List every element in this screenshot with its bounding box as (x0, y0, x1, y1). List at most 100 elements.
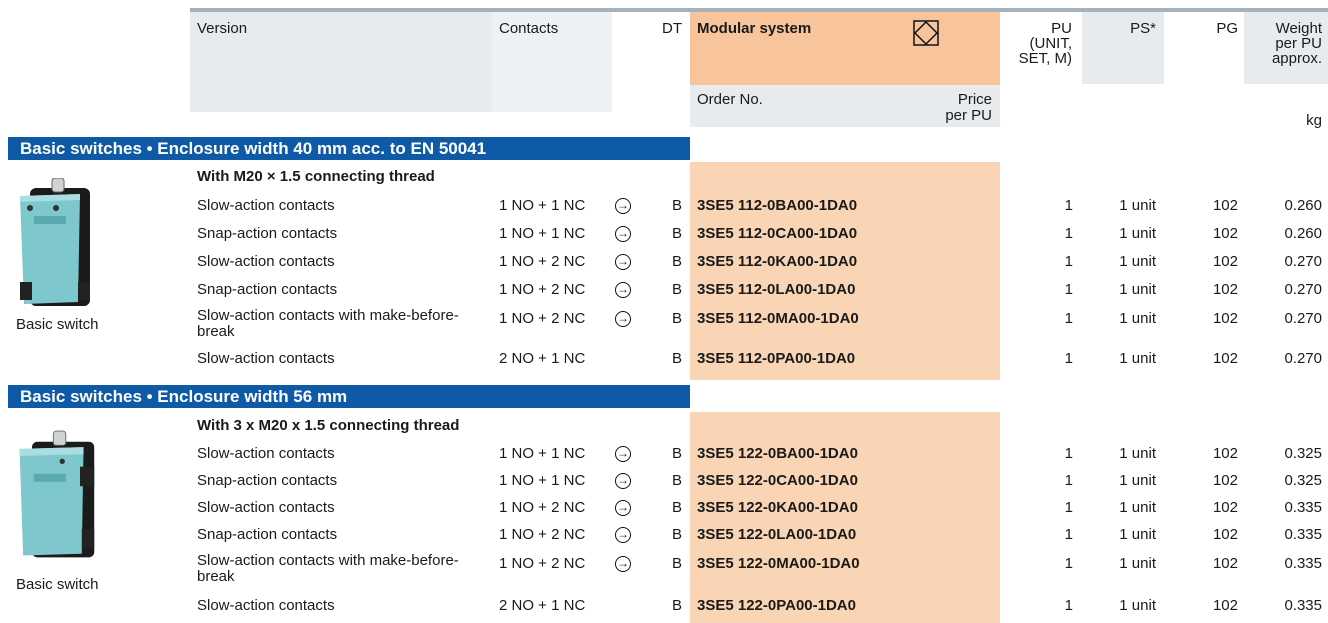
cell-dt: B (671, 499, 682, 516)
header-ps: PS* (1130, 20, 1156, 37)
cell-pu: 1 (1064, 445, 1073, 462)
table-row: Slow-action contacts 1 NO + 2 NC B 3SE5 122… (0, 494, 1328, 522)
cell-dt: B (671, 445, 682, 462)
table-row: Slow-action contacts 1 NO + 1 NC B 3SE5 122… (0, 440, 1328, 468)
cell-version: Slow-action contacts with make-before-br… (197, 307, 459, 340)
circled-right-arrow-icon: → (615, 500, 631, 516)
cell-ps: 1 unit (1119, 225, 1156, 242)
table-row: Slow-action contacts 1 NO + 1 NC B 3SE5 112… (0, 192, 1328, 220)
circled-right-arrow-icon: → (615, 282, 631, 298)
cell-pg: 102 (1212, 499, 1238, 516)
cell-ps: 1 unit (1119, 526, 1156, 543)
cell-pg: 102 (1212, 281, 1238, 298)
cell-ps: 1 unit (1119, 445, 1156, 462)
cell-dt: B (671, 526, 682, 543)
cell-pg: 102 (1212, 472, 1238, 489)
table-row: Slow-action contacts 1 NO + 2 NC B 3SE5 112… (0, 248, 1328, 276)
cell-pg: 102 (1212, 350, 1238, 367)
cell-pu: 1 (1064, 555, 1073, 572)
cell-version: Slow-action contacts (197, 197, 335, 214)
cell-weight: 0.260 (1284, 197, 1322, 214)
diamond-square-icon (913, 20, 939, 46)
cell-contacts: 2 NO + 1 NC (499, 350, 586, 367)
table-row: Slow-action contacts with make-before-br… (0, 550, 1328, 585)
header-dt: DT (662, 20, 682, 37)
cell-pg: 102 (1212, 253, 1238, 270)
cell-pu: 1 (1064, 350, 1073, 367)
cell-version: Snap-action contacts (197, 281, 338, 298)
cell-contacts: 1 NO + 2 NC (499, 526, 586, 543)
cell-contacts: 1 NO + 1 NC (499, 445, 586, 462)
image-caption: Basic switch (16, 576, 99, 593)
header-pu: PU (UNIT, SET, M) (1018, 20, 1072, 67)
header-contacts: Contacts (499, 20, 559, 37)
cell-pg: 102 (1212, 225, 1238, 242)
cell-contacts: 1 NO + 1 NC (499, 472, 586, 489)
cell-pg: 102 (1212, 197, 1238, 214)
cell-order: 3SE5 122-0BA00-1DA0 (697, 445, 858, 462)
cell-dt: B (671, 472, 682, 489)
cell-contacts: 1 NO + 2 NC (499, 499, 586, 516)
header-version: Version (197, 20, 248, 37)
cell-contacts: 1 NO + 1 NC (499, 197, 586, 214)
cell-contacts: 1 NO + 2 NC (499, 253, 586, 270)
cell-pu: 1 (1064, 499, 1073, 516)
section-title: Basic switches • Enclosure width 40 mm a… (8, 137, 690, 160)
cell-order: 3SE5 122-0LA00-1DA0 (697, 526, 857, 543)
cell-contacts: 1 NO + 2 NC (499, 310, 586, 327)
cell-contacts: 2 NO + 1 NC (499, 597, 586, 614)
cell-pu: 1 (1064, 253, 1073, 270)
cell-order: 3SE5 122-0CA00-1DA0 (697, 472, 858, 489)
circled-right-arrow-icon: → (615, 556, 631, 572)
cell-pu: 1 (1064, 310, 1073, 327)
cell-ps: 1 unit (1119, 350, 1156, 367)
cell-version: Slow-action contacts (197, 350, 335, 367)
cell-version: Slow-action contacts (197, 253, 335, 270)
cell-order: 3SE5 122-0MA00-1DA0 (697, 555, 860, 572)
cell-order: 3SE5 122-0KA00-1DA0 (697, 499, 858, 516)
cell-pu: 1 (1064, 197, 1073, 214)
table-row: Snap-action contacts 1 NO + 1 NC B 3SE5 112… (0, 220, 1328, 248)
cell-version: Snap-action contacts (197, 526, 338, 543)
circled-right-arrow-icon: → (615, 473, 631, 489)
section-title: Basic switches • Enclosure width 56 mm (8, 385, 690, 408)
cell-order: 3SE5 112-0CA00-1DA0 (697, 225, 858, 242)
table-row: Slow-action contacts 2 NO + 1 NC B 3SE5 112… (0, 345, 1328, 373)
section-subheading: With 3 x M20 x 1.5 connecting thread (197, 417, 460, 434)
cell-version: Snap-action contacts (197, 472, 338, 489)
table-row: Snap-action contacts 1 NO + 2 NC B 3SE5 122… (0, 521, 1328, 549)
header-price: Price per PU (945, 91, 992, 124)
cell-version: Slow-action contacts (197, 597, 335, 614)
table-row: Snap-action contacts 1 NO + 2 NC B 3SE5 112… (0, 276, 1328, 304)
circled-right-arrow-icon: → (615, 198, 631, 214)
cell-order: 3SE5 122-0PA00-1DA0 (697, 597, 856, 614)
cell-dt: B (671, 350, 682, 367)
cell-weight: 0.325 (1284, 445, 1322, 462)
cell-weight: 0.270 (1284, 350, 1322, 367)
cell-pg: 102 (1212, 310, 1238, 327)
header-weight: Weight per PU approx. (1271, 20, 1322, 67)
cell-ps: 1 unit (1119, 253, 1156, 270)
circled-right-arrow-icon: → (615, 226, 631, 242)
cell-weight: 0.270 (1284, 253, 1322, 270)
cell-dt: B (671, 197, 682, 214)
cell-order: 3SE5 112-0MA00-1DA0 (697, 310, 859, 327)
cell-ps: 1 unit (1119, 555, 1156, 572)
cell-pu: 1 (1064, 526, 1073, 543)
cell-ps: 1 unit (1119, 197, 1156, 214)
cell-pu: 1 (1064, 281, 1073, 298)
cell-pg: 102 (1212, 526, 1238, 543)
cell-dt: B (671, 281, 682, 298)
cell-weight: 0.335 (1284, 597, 1322, 614)
cell-dt: B (671, 310, 682, 327)
cell-ps: 1 unit (1119, 597, 1156, 614)
cell-order: 3SE5 112-0KA00-1DA0 (697, 253, 858, 270)
header-modular-system: Modular system (697, 20, 812, 37)
cell-ps: 1 unit (1119, 281, 1156, 298)
cell-ps: 1 unit (1119, 472, 1156, 489)
cell-weight: 0.335 (1284, 555, 1322, 572)
cell-dt: B (671, 555, 682, 572)
cell-weight: 0.335 (1284, 499, 1322, 516)
cell-version: Slow-action contacts (197, 445, 335, 462)
cell-contacts: 1 NO + 2 NC (499, 281, 586, 298)
